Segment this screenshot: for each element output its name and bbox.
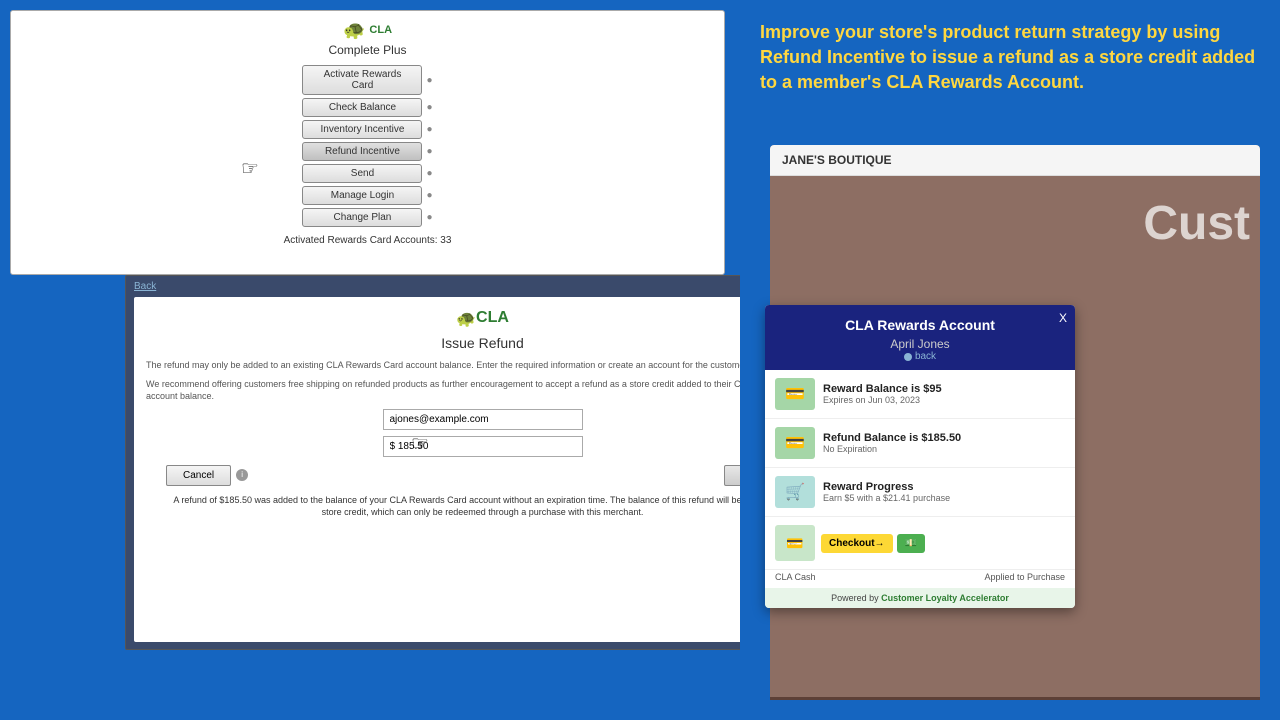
turtle-icon: 🐢 <box>343 20 365 41</box>
check-balance-btn[interactable]: Check Balance <box>302 98 422 117</box>
cancel-button[interactable]: Cancel <box>166 465 231 486</box>
email-input[interactable] <box>383 409 583 430</box>
menu-row-3: Inventory Incentive ● <box>302 120 432 139</box>
amount-input[interactable] <box>383 436 583 457</box>
rewards-card: X CLA Rewards Account April Jones back 💳… <box>765 305 1075 608</box>
main-app-window: 🐢 CLA Complete Plus Activate Rewards Car… <box>10 10 725 275</box>
refund-balance-item: 💳 Refund Balance is $185.50 No Expiratio… <box>765 419 1075 468</box>
customer-name: April Jones <box>781 337 1059 351</box>
checkout-flow: Checkout→ 💵 <box>821 534 925 553</box>
back-dot-icon <box>904 353 912 361</box>
checkout-section: 💳 Checkout→ 💵 <box>765 517 1075 570</box>
arrow-4: ● <box>426 146 432 157</box>
change-plan-btn[interactable]: Change Plan <box>302 208 422 227</box>
dialog-title: Issue Refund <box>146 335 819 351</box>
menu-row-6: Manage Login ● <box>302 186 432 205</box>
main-app-header: 🐢 CLA Complete Plus <box>11 11 724 61</box>
dialog-content: 🐢 CLA Issue Refund The refund may only b… <box>134 297 831 642</box>
rewards-card-title: CLA Rewards Account <box>781 317 1059 333</box>
reward-progress-icon: 🛒 <box>775 476 815 508</box>
cla-cash-label: CLA Cash <box>775 572 816 582</box>
reward-balance-title: Reward Balance is $95 <box>823 383 1065 395</box>
refund-balance-icon: 💳 <box>775 427 815 459</box>
menu-row-7: Change Plan ● <box>302 208 432 227</box>
footer-text: Powered by <box>831 593 881 603</box>
checkout-labels: CLA Cash Applied to Purchase <box>765 570 1075 588</box>
reward-progress-title: Reward Progress <box>823 481 1065 493</box>
arrow-6: ● <box>426 190 432 201</box>
dialog-buttons: Cancel i Issue i <box>146 465 819 486</box>
arrow-7: ● <box>426 212 432 223</box>
reward-balance-text: Reward Balance is $95 Expires on Jun 03,… <box>823 383 1065 405</box>
arrow-1: ● <box>426 75 432 86</box>
reward-balance-item: 💳 Reward Balance is $95 Expires on Jun 0… <box>765 370 1075 419</box>
reward-progress-item: 🛒 Reward Progress Earn $5 with a $21.41 … <box>765 468 1075 517</box>
reward-balance-icon: 💳 <box>775 378 815 410</box>
dialog-turtle-icon: 🐢 <box>456 309 476 329</box>
refund-balance-text: Refund Balance is $185.50 No Expiration <box>823 432 1065 454</box>
dialog-logo: 🐢 CLA <box>146 309 819 329</box>
checkout-arrow-box: Checkout→ <box>821 534 893 553</box>
manage-login-btn[interactable]: Manage Login <box>302 186 422 205</box>
menu-row-5: Send ● <box>302 164 432 183</box>
issue-refund-dialog: Back 🐢 CLA Issue Refund The refund may o… <box>125 275 840 650</box>
menu-row-4: Refund Incentive ● <box>302 142 432 161</box>
close-button[interactable]: X <box>1059 311 1067 325</box>
refund-incentive-btn[interactable]: Refund Incentive <box>302 142 422 161</box>
cancel-info-icon: i <box>236 469 248 481</box>
dialog-desc2: We recommend offering customers free shi… <box>146 378 819 403</box>
cla-logo: 🐢 CLA <box>338 19 398 41</box>
logo-text: CLA <box>369 24 392 36</box>
inventory-incentive-btn[interactable]: Inventory Incentive <box>302 120 422 139</box>
dialog-back-link[interactable]: Back <box>126 276 839 297</box>
dialog-desc1: The refund may only be added to an exist… <box>146 359 819 372</box>
cust-partial-text: Cust <box>1143 196 1260 251</box>
arrow-2: ● <box>426 102 432 113</box>
footer-link[interactable]: Customer Loyalty Accelerator <box>881 593 1009 603</box>
arrow-3: ● <box>426 124 432 135</box>
activated-text: Activated Rewards Card Accounts: 33 <box>11 235 724 246</box>
refund-balance-title: Refund Balance is $185.50 <box>823 432 1065 444</box>
reward-balance-sub: Expires on Jun 03, 2023 <box>823 395 1065 405</box>
left-panel: 🐢 CLA Complete Plus Activate Rewards Car… <box>0 0 740 720</box>
success-text: A refund of $185.50 was added to the bal… <box>146 494 819 519</box>
send-btn[interactable]: Send <box>302 164 422 183</box>
applied-label: Applied to Purchase <box>984 572 1065 582</box>
activate-rewards-btn[interactable]: Activate Rewards Card <box>302 65 422 95</box>
right-panel: Improve your store's product return stra… <box>740 0 1280 720</box>
back-label: back <box>915 351 936 362</box>
refund-balance-sub: No Expiration <box>823 444 1065 454</box>
rewards-card-header: X CLA Rewards Account April Jones back <box>765 305 1075 370</box>
rewards-back-link[interactable]: back <box>781 351 1059 362</box>
menu-row-2: Check Balance ● <box>302 98 432 117</box>
right-header-text: Improve your store's product return stra… <box>740 0 1280 111</box>
dialog-logo-text: CLA <box>476 309 509 329</box>
arrow-5: ● <box>426 168 432 179</box>
menu-row-1: Activate Rewards Card ● <box>302 65 432 95</box>
menu-buttons: Activate Rewards Card ● Check Balance ● … <box>11 61 724 231</box>
plan-title: Complete Plus <box>328 43 406 57</box>
checkout-icon: 💳 <box>775 525 815 561</box>
store-name: JANE'S BOUTIQUE <box>770 145 1260 176</box>
rewards-card-footer: Powered by Customer Loyalty Accelerator <box>765 588 1075 608</box>
reward-progress-text: Reward Progress Earn $5 with a $21.41 pu… <box>823 481 1065 503</box>
reward-progress-sub: Earn $5 with a $21.41 purchase <box>823 493 1065 503</box>
applied-box: 💵 <box>897 534 925 553</box>
